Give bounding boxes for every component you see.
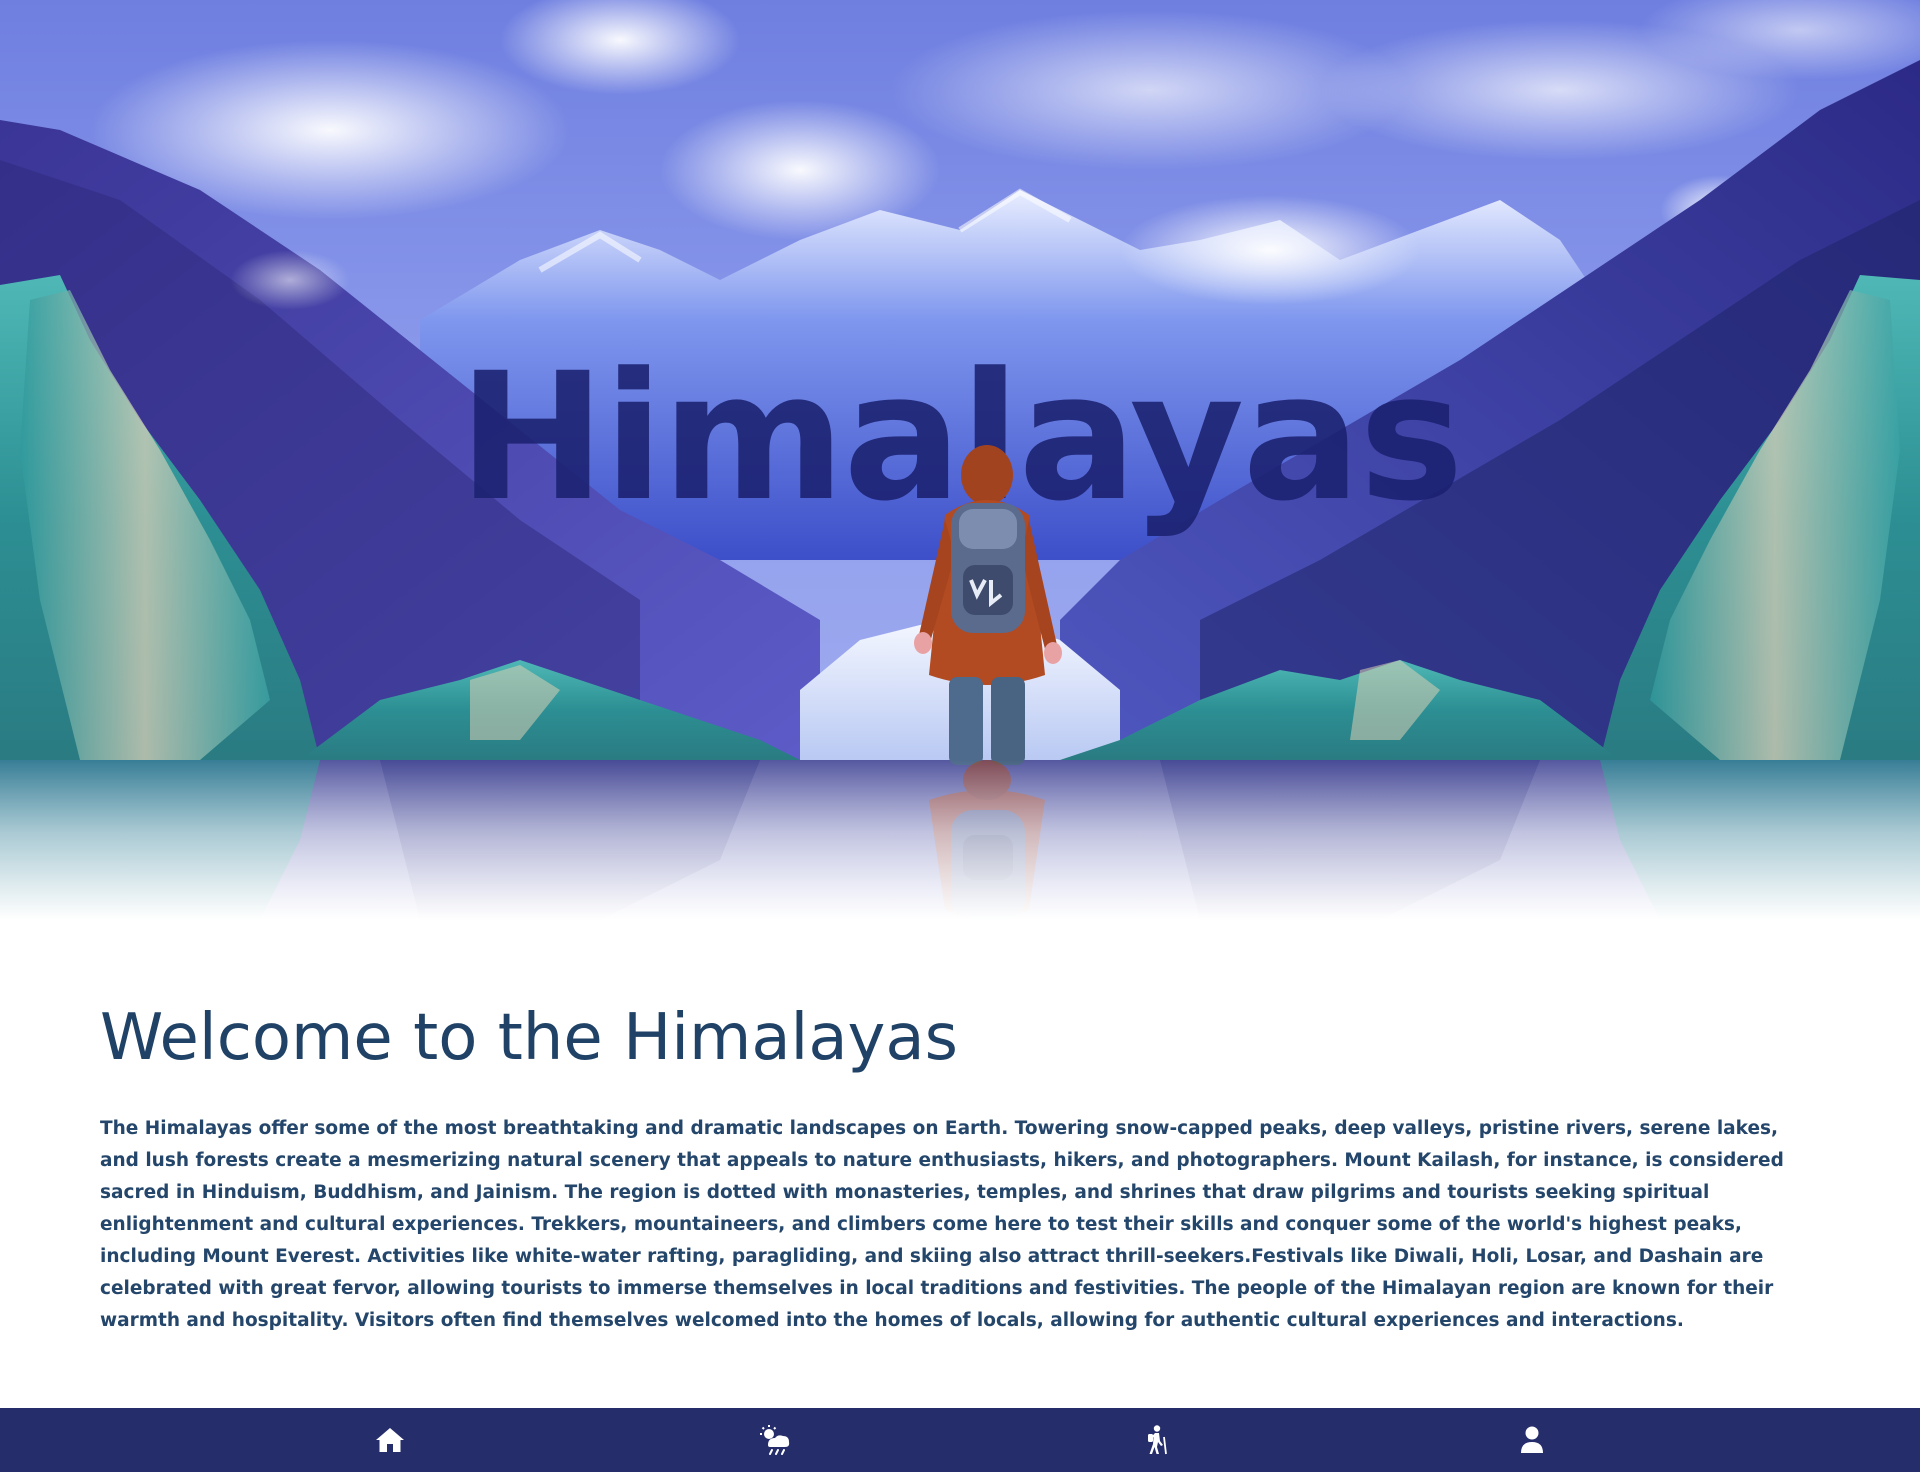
nav-weather-button[interactable] [743, 1408, 807, 1472]
hiking-icon [1148, 1425, 1167, 1455]
welcome-heading: Welcome to the Himalayas [100, 1001, 958, 1075]
hero-banner: Himalayas [0, 0, 1920, 920]
nav-hiking-button[interactable] [1125, 1408, 1189, 1472]
home-icon [376, 1428, 404, 1452]
nav-home-button[interactable] [358, 1408, 422, 1472]
hiker-illustration [914, 445, 1062, 765]
bottom-navigation-bar [0, 1408, 1920, 1472]
weather-icon [760, 1425, 790, 1455]
page: Himalayas Welcome to the Himalayas The H… [0, 0, 1920, 1472]
hero-fade-overlay [0, 760, 1920, 920]
main-content: Welcome to the Himalayas The Himalayas o… [100, 1000, 1800, 1337]
nav-profile-button[interactable] [1500, 1408, 1564, 1472]
user-icon [1521, 1426, 1543, 1453]
welcome-paragraph: The Himalayas offer some of the most bre… [100, 1117, 1784, 1331]
